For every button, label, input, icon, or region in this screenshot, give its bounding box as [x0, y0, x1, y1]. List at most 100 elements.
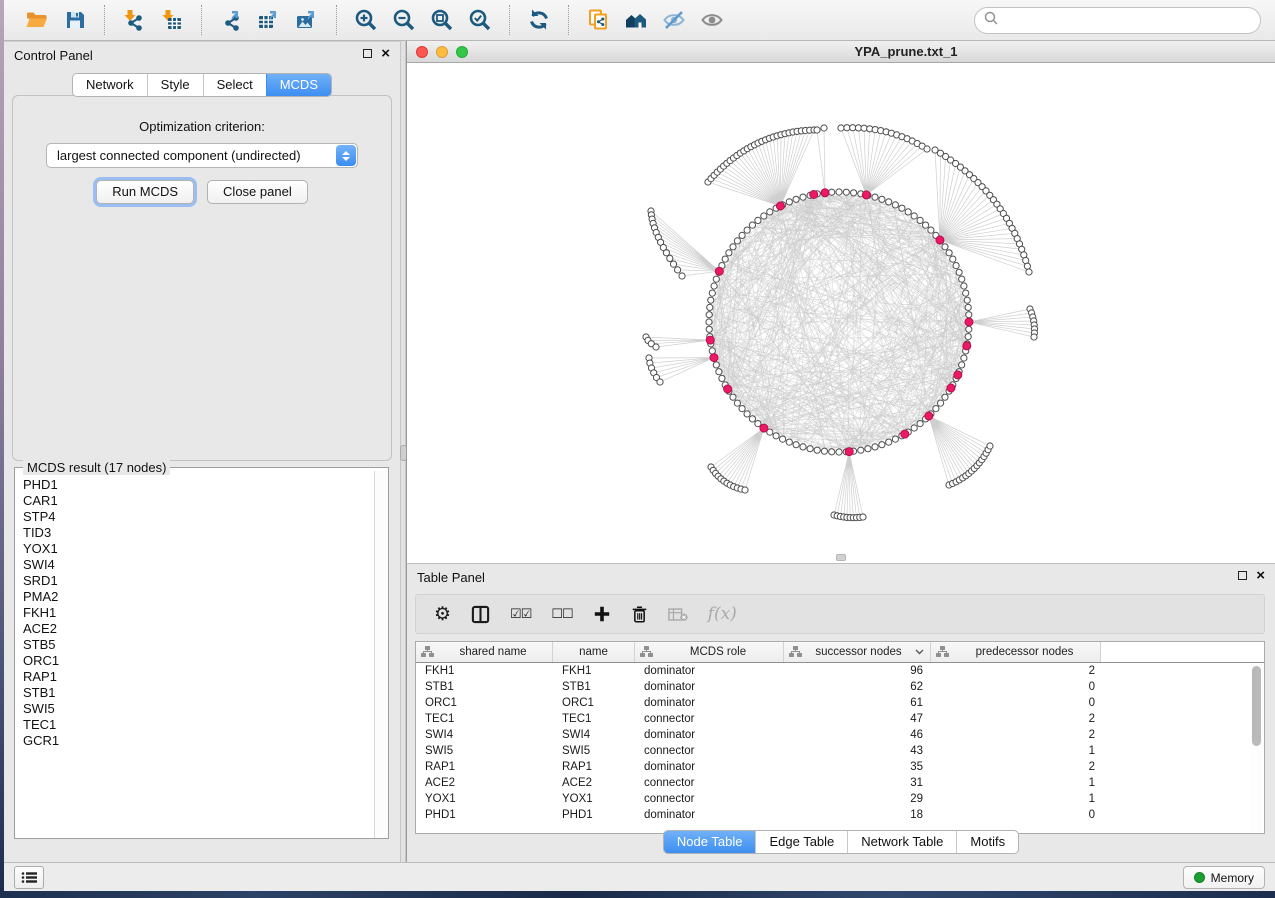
maximize-window-icon[interactable] — [456, 46, 468, 58]
mcds-result-scrollbar[interactable] — [374, 471, 388, 838]
table-scrollbar[interactable] — [1251, 664, 1263, 832]
import-table-icon[interactable] — [153, 4, 191, 36]
table-cell[interactable]: 0 — [931, 809, 1101, 821]
table-cell[interactable]: ORC1 — [553, 697, 635, 709]
table-cell[interactable]: 29 — [784, 793, 931, 805]
tab-edge-table[interactable]: Edge Table — [755, 831, 847, 853]
export-table-icon[interactable] — [250, 4, 288, 36]
close-panel-button[interactable]: Close panel — [207, 180, 308, 204]
export-image-icon[interactable] — [288, 4, 326, 36]
search-input[interactable] — [1003, 13, 1251, 28]
table-cell[interactable]: STB1 — [553, 681, 635, 693]
mcds-result-item[interactable]: STB5 — [23, 637, 374, 653]
table-cell[interactable]: 1 — [931, 777, 1101, 789]
table-row[interactable]: ORC1ORC1dominator610 — [416, 695, 1264, 711]
zoom-fit-icon[interactable] — [423, 4, 461, 36]
table-cell[interactable]: 18 — [784, 809, 931, 821]
close-panel-icon[interactable]: × — [381, 48, 390, 59]
mcds-result-item[interactable]: CAR1 — [23, 493, 374, 509]
tab-mcds[interactable]: MCDS — [266, 74, 331, 96]
table-cell[interactable]: dominator — [635, 665, 784, 677]
mcds-result-item[interactable]: ACE2 — [23, 621, 374, 637]
table-row[interactable]: SWI4SWI4dominator462 — [416, 727, 1264, 743]
mcds-result-item[interactable]: SWI5 — [23, 701, 374, 717]
save-session-icon[interactable] — [56, 4, 94, 36]
delete-icon[interactable] — [631, 605, 648, 624]
first-neighbors-icon[interactable] — [617, 4, 655, 36]
tab-network[interactable]: Network — [73, 74, 147, 96]
mcds-result-item[interactable]: PMA2 — [23, 589, 374, 605]
tab-node-table[interactable]: Node Table — [664, 831, 756, 853]
table-row[interactable]: PHD1PHD1dominator180 — [416, 807, 1264, 823]
table-cell[interactable]: dominator — [635, 681, 784, 693]
mcds-result-item[interactable]: TEC1 — [23, 717, 374, 733]
close-table-panel-icon[interactable]: × — [1256, 570, 1265, 581]
add-column-icon[interactable] — [593, 605, 611, 623]
table-row[interactable]: TEC1TEC1connector472 — [416, 711, 1264, 727]
mcds-result-item[interactable]: RAP1 — [23, 669, 374, 685]
table-cell[interactable]: 2 — [931, 713, 1101, 725]
mcds-result-item[interactable]: GCR1 — [23, 733, 374, 749]
float-panel-icon[interactable] — [363, 49, 372, 58]
table-cell[interactable]: 47 — [784, 713, 931, 725]
column-header-shared-name[interactable]: shared name — [416, 642, 553, 662]
mcds-result-item[interactable]: SRD1 — [23, 573, 374, 589]
table-cell[interactable]: 31 — [784, 777, 931, 789]
apply-layout-icon[interactable] — [520, 4, 558, 36]
show-all-icon[interactable] — [693, 4, 731, 36]
column-header-name[interactable]: name — [553, 642, 635, 662]
column-header-MCDS-role[interactable]: MCDS role — [635, 642, 784, 662]
table-cell[interactable]: 0 — [931, 681, 1101, 693]
copy-network-icon[interactable] — [579, 4, 617, 36]
import-network-icon[interactable] — [115, 4, 153, 36]
table-cell[interactable]: ACE2 — [416, 777, 553, 789]
run-mcds-button[interactable]: Run MCDS — [96, 180, 194, 204]
table-cell[interactable]: 2 — [931, 729, 1101, 741]
mcds-result-item[interactable]: YOX1 — [23, 541, 374, 557]
mcds-result-item[interactable]: ORC1 — [23, 653, 374, 669]
table-cell[interactable]: SWI4 — [553, 729, 635, 741]
table-cell[interactable]: TEC1 — [553, 713, 635, 725]
column-header-successor-nodes[interactable]: successor nodes — [784, 642, 931, 662]
table-cell[interactable]: RAP1 — [416, 761, 553, 773]
table-row[interactable]: FKH1FKH1dominator962 — [416, 663, 1264, 679]
mcds-result-item[interactable]: PHD1 — [23, 477, 374, 493]
horizontal-split-handle[interactable] — [836, 554, 846, 561]
table-cell[interactable]: FKH1 — [416, 665, 553, 677]
zoom-in-icon[interactable] — [347, 4, 385, 36]
show-panels-menu-button[interactable] — [14, 866, 44, 889]
tab-motifs[interactable]: Motifs — [956, 831, 1018, 853]
column-header-predecessor-nodes[interactable]: predecessor nodes — [931, 642, 1101, 662]
table-cell[interactable]: ACE2 — [553, 777, 635, 789]
minimize-window-icon[interactable] — [436, 46, 448, 58]
table-cell[interactable]: 2 — [931, 761, 1101, 773]
mcds-result-item[interactable]: STB1 — [23, 685, 374, 701]
zoom-out-icon[interactable] — [385, 4, 423, 36]
mcds-result-item[interactable]: STP4 — [23, 509, 374, 525]
table-cell[interactable]: dominator — [635, 809, 784, 821]
table-cell[interactable]: 0 — [931, 697, 1101, 709]
float-table-panel-icon[interactable] — [1238, 571, 1247, 580]
table-cell[interactable]: SWI5 — [416, 745, 553, 757]
network-canvas[interactable] — [407, 63, 1275, 562]
deselect-all-icon[interactable]: ☐☐ — [551, 606, 572, 622]
table-cell[interactable]: 96 — [784, 665, 931, 677]
table-row[interactable]: ACE2ACE2connector311 — [416, 775, 1264, 791]
table-cell[interactable]: 2 — [931, 665, 1101, 677]
table-row[interactable]: YOX1YOX1connector291 — [416, 791, 1264, 807]
table-row[interactable]: RAP1RAP1dominator352 — [416, 759, 1264, 775]
table-cell[interactable]: connector — [635, 713, 784, 725]
open-file-icon[interactable] — [18, 4, 56, 36]
table-cell[interactable]: 1 — [931, 793, 1101, 805]
table-cell[interactable]: connector — [635, 793, 784, 805]
table-cell[interactable]: ORC1 — [416, 697, 553, 709]
hide-selected-icon[interactable] — [655, 4, 693, 36]
table-cell[interactable]: 35 — [784, 761, 931, 773]
table-scrollbar-thumb[interactable] — [1252, 666, 1261, 746]
network-view[interactable] — [407, 63, 1275, 562]
table-cell[interactable]: SWI4 — [416, 729, 553, 741]
table-cell[interactable]: YOX1 — [553, 793, 635, 805]
memory-button[interactable]: Memory — [1183, 866, 1265, 889]
table-cell[interactable]: 62 — [784, 681, 931, 693]
table-row[interactable]: STB1STB1dominator620 — [416, 679, 1264, 695]
